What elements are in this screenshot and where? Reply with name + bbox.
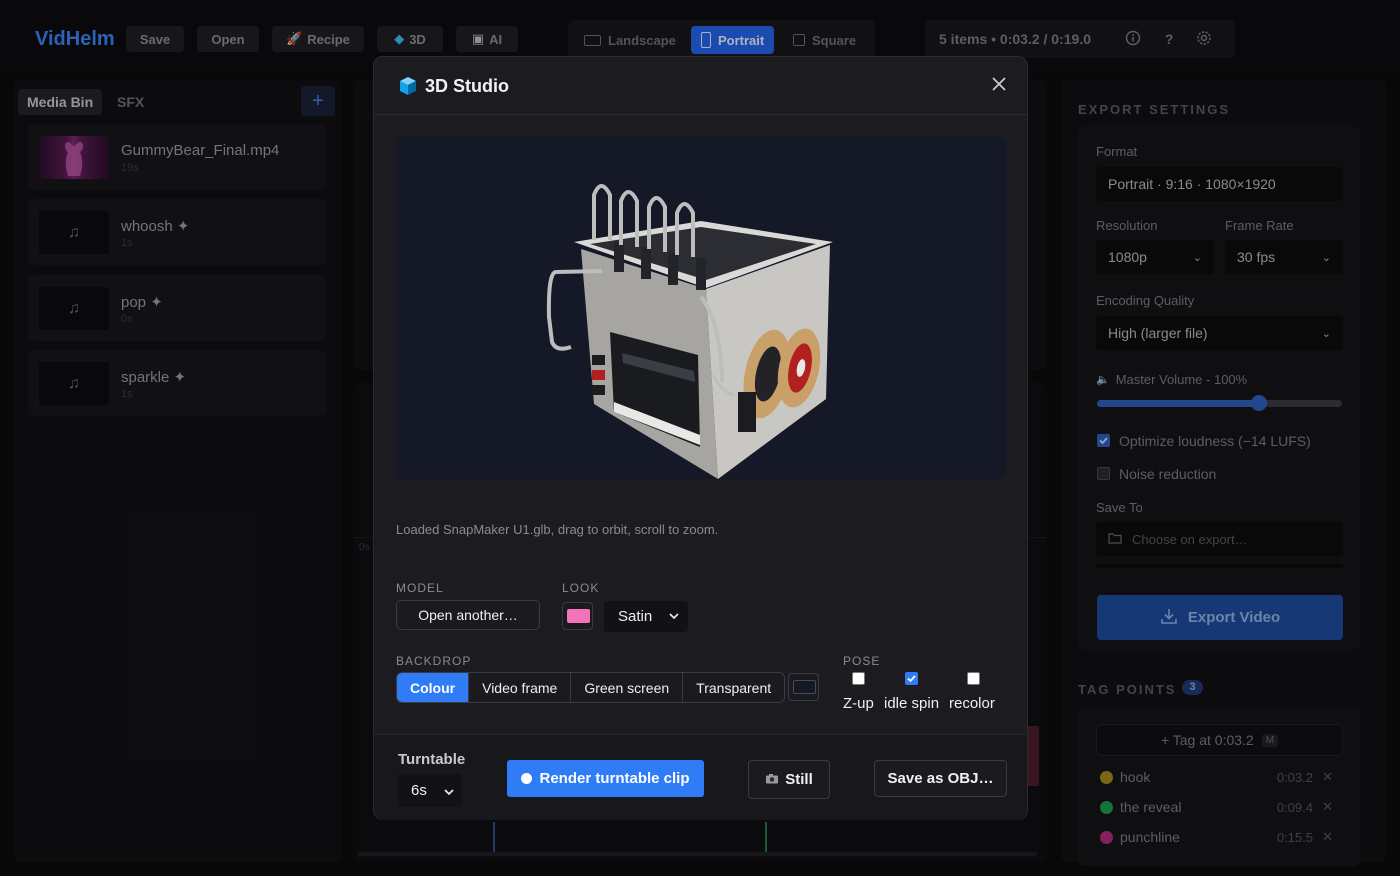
pose-label: POSE (843, 654, 881, 668)
z-up-label: Z-up (843, 695, 874, 712)
turntable-label: Turntable (398, 751, 466, 768)
look-value: Satin (618, 608, 653, 625)
idle-spin-checkbox[interactable] (905, 672, 918, 685)
z-up-checkbox[interactable] (852, 672, 865, 685)
close-icon[interactable] (987, 73, 1011, 97)
backdrop-label: BACKDROP (396, 654, 472, 668)
idle-spin-label: idle spin (884, 695, 940, 712)
turntable-duration-select[interactable]: 6s (398, 774, 462, 807)
open-another-button[interactable]: Open another… (396, 600, 540, 630)
backdrop-color-fill (793, 680, 816, 694)
3d-printer-model (546, 184, 833, 479)
backdrop-green-screen-option[interactable]: Green screen (570, 673, 683, 702)
viewport-hint: Loaded SnapMaker U1.glb, drag to orbit, … (396, 522, 719, 537)
chevron-down-icon (444, 784, 454, 801)
model-label: MODEL (396, 581, 444, 595)
open-another-label: Open another… (418, 607, 518, 623)
dialog-footer: Turntable 6s Render turntable clip Still… (374, 734, 1027, 820)
backdrop-options: Colour Video frame Green screen Transpar… (396, 672, 786, 703)
still-button[interactable]: Still (748, 760, 830, 799)
turntable-duration-value: 6s (411, 782, 427, 799)
3d-studio-dialog: 3D Studio Loaded SnapMaker U1.glb, drag … (373, 56, 1028, 820)
camera-icon (765, 771, 779, 788)
still-label: Still (785, 771, 813, 788)
backdrop-color-swatch[interactable] (788, 673, 819, 701)
recolor-checkbox[interactable] (967, 672, 980, 685)
render-turntable-label: Render turntable clip (539, 770, 690, 787)
3d-viewport[interactable] (396, 137, 1006, 479)
look-color-fill (567, 609, 590, 623)
look-color-swatch[interactable] (562, 602, 593, 630)
record-dot-icon (521, 773, 533, 784)
dialog-header: 3D Studio (374, 57, 1027, 115)
chevron-down-icon (669, 608, 679, 625)
backdrop-colour-option[interactable]: Colour (397, 673, 469, 702)
save-as-obj-button[interactable]: Save as OBJ… (874, 760, 1007, 797)
cube-icon (398, 76, 418, 96)
recolor-label: recolor (949, 695, 995, 712)
backdrop-transparent-option[interactable]: Transparent (682, 673, 785, 702)
look-label: LOOK (562, 581, 600, 595)
look-select[interactable]: Satin (604, 601, 688, 632)
render-turntable-button[interactable]: Render turntable clip (507, 760, 704, 797)
save-as-obj-label: Save as OBJ… (887, 770, 994, 787)
backdrop-video-frame-option[interactable]: Video frame (468, 673, 571, 702)
dialog-title: 3D Studio (425, 76, 509, 96)
